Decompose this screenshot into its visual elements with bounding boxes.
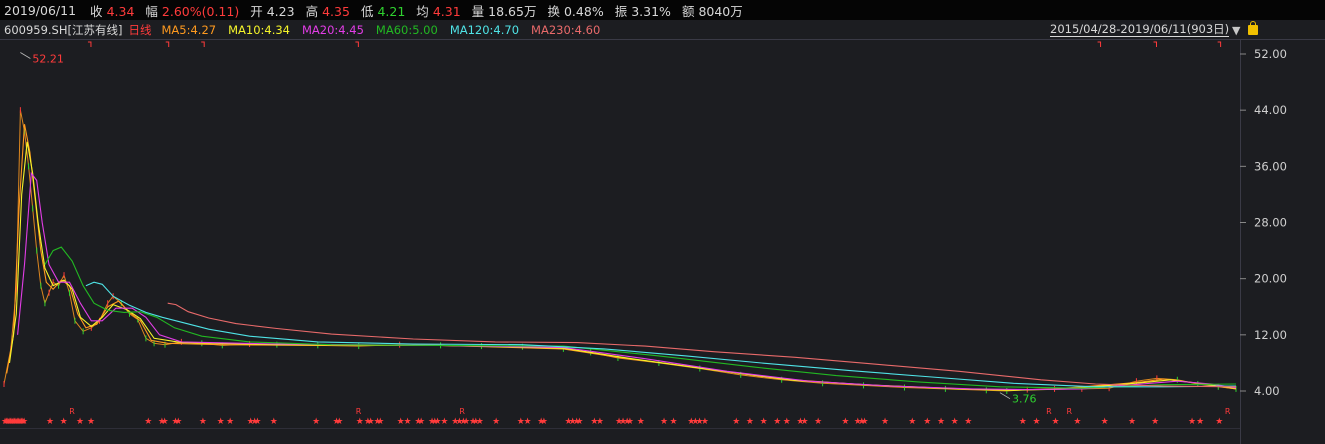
ytick-label: 12.00 <box>1254 328 1287 342</box>
bottom-star-marker: ★ <box>861 417 869 427</box>
top-flag-marker <box>201 41 205 47</box>
series-ma120 <box>85 281 1237 388</box>
bottom-star-marker: ★ <box>732 417 740 427</box>
bottom-star-marker: ★ <box>335 417 343 427</box>
bottom-r-marker: R <box>1067 407 1073 416</box>
bottom-star-marker: ★ <box>492 417 500 427</box>
annotation-label: 52.21 <box>32 53 64 66</box>
series-ma20 <box>17 171 1237 391</box>
bottom-star-marker: ★ <box>199 417 207 427</box>
ytick-label: 44.00 <box>1254 103 1287 117</box>
bottom-star-marker: ★ <box>773 417 781 427</box>
bottom-star-marker: ★ <box>440 417 448 427</box>
bottom-star-marker: ★ <box>403 417 411 427</box>
bottom-star-marker: ★ <box>161 417 169 427</box>
bottom-star-marker: ★ <box>964 417 972 427</box>
bottom-star-marker: ★ <box>660 417 668 427</box>
bottom-star-marker: ★ <box>144 417 152 427</box>
bottom-star-marker: ★ <box>226 417 234 427</box>
bottom-r-marker: R <box>459 407 465 416</box>
bottom-star-marker: ★ <box>575 417 583 427</box>
bottom-star-marker: ★ <box>923 417 931 427</box>
bottom-star-marker: ★ <box>783 417 791 427</box>
bottom-star-marker: ★ <box>524 417 532 427</box>
bottom-star-marker: ★ <box>701 417 709 427</box>
bottom-r-marker: R <box>1046 407 1052 416</box>
bottom-star-marker: ★ <box>270 417 278 427</box>
bottom-star-marker: ★ <box>87 417 95 427</box>
bottom-star-marker: ★ <box>760 417 768 427</box>
bottom-r-marker: R <box>1225 407 1231 416</box>
bottom-star-marker: ★ <box>908 417 916 427</box>
ytick-label: 20.00 <box>1254 272 1287 286</box>
series-ma10 <box>8 141 1237 391</box>
bottom-star-marker: ★ <box>881 417 889 427</box>
bottom-star-marker: ★ <box>746 417 754 427</box>
bottom-star-marker: ★ <box>1188 417 1196 427</box>
ytick-label: 52.00 <box>1254 47 1287 61</box>
bottom-star-marker: ★ <box>417 417 425 427</box>
bottom-star-marker: ★ <box>801 417 809 427</box>
ytick-label: 28.00 <box>1254 216 1287 230</box>
bottom-star-marker: ★ <box>376 417 384 427</box>
top-flag-marker <box>1153 41 1158 47</box>
bottom-star-marker: ★ <box>937 417 945 427</box>
bottom-star-marker: ★ <box>356 417 364 427</box>
bottom-star-marker: ★ <box>1052 417 1060 427</box>
bottom-star-marker: ★ <box>76 417 84 427</box>
bottom-star-marker: ★ <box>814 417 822 427</box>
ytick-label: 36.00 <box>1254 159 1287 173</box>
bottom-r-marker: R <box>69 407 75 416</box>
bottom-star-marker: ★ <box>1215 417 1223 427</box>
bottom-star-marker: ★ <box>1019 417 1027 427</box>
bottom-star-marker: ★ <box>312 417 320 427</box>
top-flag-marker <box>87 41 92 47</box>
bottom-star-marker: ★ <box>1073 417 1081 427</box>
bottom-star-marker: ★ <box>20 417 28 427</box>
bottom-star-marker: ★ <box>253 417 261 427</box>
ytick-label: 4.00 <box>1254 384 1280 398</box>
top-flag-marker <box>165 41 170 47</box>
annotation-leader <box>999 392 1011 400</box>
bottom-star-marker: ★ <box>217 417 225 427</box>
annotation-leader <box>20 52 31 59</box>
bottom-r-marker: R <box>356 407 362 416</box>
chart-window: 2019/06/11 收 4.34 幅 2.60%(0.11) 开 4.23 高 4.35 低 4… <box>0 0 1325 444</box>
bottom-star-marker: ★ <box>951 417 959 427</box>
bottom-star-marker: ★ <box>596 417 604 427</box>
annotation-label: 3.76 <box>1012 393 1037 406</box>
bottom-star-marker: ★ <box>540 417 548 427</box>
bottom-star-marker: ★ <box>1128 417 1136 427</box>
bottom-star-marker: ★ <box>1151 417 1159 427</box>
top-flag-marker <box>355 41 359 47</box>
bottom-star-marker: ★ <box>174 417 182 427</box>
bottom-star-marker: ★ <box>1032 417 1040 427</box>
series-ma60 <box>44 246 1237 389</box>
bottom-star-marker: ★ <box>46 417 54 427</box>
bottom-star-marker: ★ <box>637 417 645 427</box>
bottom-star-marker: ★ <box>626 417 634 427</box>
bottom-star-marker: ★ <box>670 417 678 427</box>
series-price <box>3 110 1237 392</box>
bottom-star-marker: ★ <box>476 417 484 427</box>
bottom-star-marker: ★ <box>1101 417 1109 427</box>
bottom-star-marker: ★ <box>1196 417 1204 427</box>
bottom-star-marker: ★ <box>60 417 68 427</box>
bottom-star-marker: ★ <box>841 417 849 427</box>
top-flag-marker <box>1217 41 1222 47</box>
top-flag-marker <box>1097 41 1102 47</box>
kline-chart[interactable]: 52.00 44.00 36.00 28.00 20.00 12.00 4.00 52.21 3… <box>0 0 1325 444</box>
